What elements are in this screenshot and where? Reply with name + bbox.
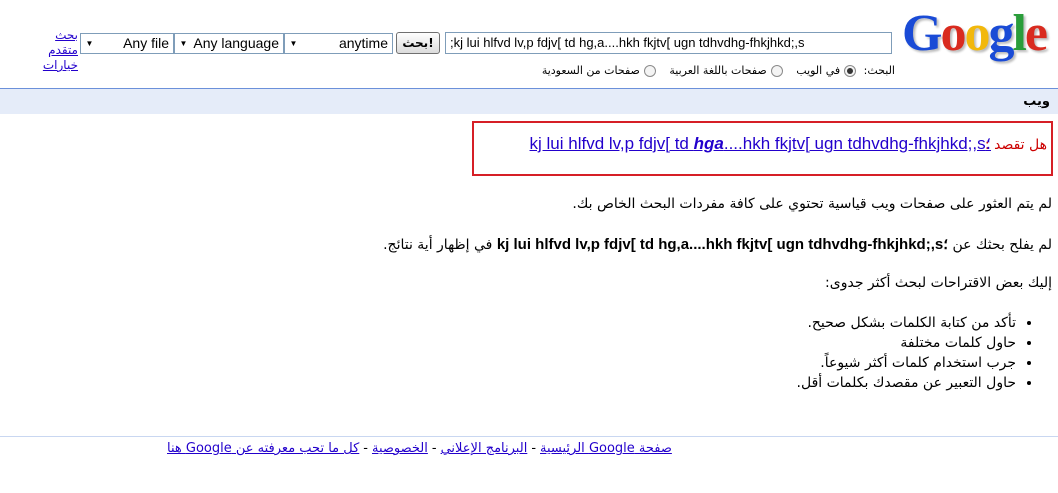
logo-letter: G (902, 5, 942, 62)
no-results-query: kj lui hlfvd lv,p fdjv[ td hg,a....hkh f… (496, 236, 948, 253)
logo-letter: e (1024, 5, 1048, 62)
suggestions-list: تأكد من كتابة الكلمات بشكل صحيح. حاول كل… (797, 313, 1034, 393)
results-bar: ويب (0, 88, 1058, 114)
radio-saudi-pages[interactable]: صفحات من السعودية (542, 64, 660, 77)
footer-link-home[interactable]: صفحة Google الرئيسية (540, 441, 672, 456)
search-scope-radios: البحث: في الويب صفحات باللغة العربية صفح… (542, 64, 895, 77)
chevron-down-icon: ▼ (85, 39, 94, 48)
dym-text-bold: hga (693, 134, 724, 153)
logo-letter: g (988, 5, 1014, 62)
footer-link-about[interactable]: كل ما تحب معرفته عن Google هنا (167, 441, 359, 456)
no-results-message: لم يفلح بحثك عن kj lui hlfvd lv,p fdjv[ … (383, 235, 1052, 253)
time-select[interactable]: ▼ anytime (284, 33, 393, 54)
radio-icon[interactable] (844, 65, 857, 77)
no-results-prefix: لم يفلح بحثك عن (952, 237, 1052, 253)
radio-arabic-pages[interactable]: صفحات باللغة العربية (669, 64, 786, 77)
dym-text-after: ....hkh fkjtv[ ugn tdhvdhg-fhkjhkd;,s؛ (723, 134, 991, 153)
radio-saudi-label: صفحات من السعودية (541, 64, 640, 77)
footer-separator: - (431, 441, 437, 456)
chevron-down-icon: ▼ (289, 39, 298, 48)
list-item: حاول التعبير عن مقصدك بكلمات أقل. (797, 373, 1016, 393)
logo-letter: l (1012, 5, 1027, 62)
advanced-links: بحث متقدم خيارات (22, 28, 78, 73)
logo-letter: o (940, 5, 966, 62)
logo-letter: o (964, 5, 990, 62)
radio-web[interactable]: في الويب (796, 64, 860, 77)
did-you-mean-link[interactable]: kj lui hlfvd lv,p fdjv[ td hga....hkh fk… (530, 134, 991, 154)
suggestions-intro: إليك بعض الاقتراحات لبحث أكثر جدوى: (825, 275, 1052, 291)
no-standard-message: لم يتم العثور على صفحات ويب قياسية تحتوي… (572, 196, 1052, 212)
footer-separator: - (531, 441, 537, 456)
language-select[interactable]: ▼ Any language (174, 33, 284, 54)
did-you-mean-box: هل تقصد : kj lui hlfvd lv,p fdjv[ td hga… (472, 121, 1053, 176)
advanced-search-link[interactable]: بحث متقدم (22, 28, 78, 58)
search-button[interactable]: بحث! (396, 32, 440, 54)
dym-text-before: kj lui hlfvd lv,p fdjv[ td (529, 134, 694, 153)
radio-web-label: في الويب (796, 64, 841, 77)
footer-link-advertising[interactable]: البرنامج الإعلاني (441, 441, 528, 456)
radio-arabic-label: صفحات باللغة العربية (669, 64, 767, 77)
no-results-suffix: في إظهار أية نتائج. (383, 237, 493, 253)
search-input[interactable]: ;kj lui hlfvd lv,p fdjv[ td hg,a....hkh … (445, 32, 892, 54)
google-logo[interactable]: Google (902, 4, 1052, 64)
radio-icon[interactable] (770, 65, 783, 77)
language-select-value: Any language (193, 35, 279, 51)
file-select[interactable]: ▼ Any file (80, 33, 174, 54)
list-item: حاول كلمات مختلفة (797, 333, 1016, 353)
footer-link-privacy[interactable]: الخصوصية (372, 441, 428, 456)
did-you-mean-label: هل تقصد : (984, 137, 1047, 153)
file-select-value: Any file (123, 35, 169, 51)
radio-label: البحث: (863, 64, 895, 77)
footer: صفحة Google الرئيسية-البرنامج الإعلاني-ا… (167, 441, 672, 456)
list-item: جرب استخدام كلمات أكثر شيوعاً. (797, 353, 1016, 373)
options-link[interactable]: خيارات (22, 58, 78, 73)
section-title: ويب (1023, 94, 1050, 109)
list-item: تأكد من كتابة الكلمات بشكل صحيح. (797, 313, 1016, 333)
chevron-down-icon: ▼ (179, 39, 188, 48)
radio-icon[interactable] (643, 65, 656, 77)
footer-separator: - (363, 441, 368, 456)
time-select-value: anytime (338, 35, 388, 51)
